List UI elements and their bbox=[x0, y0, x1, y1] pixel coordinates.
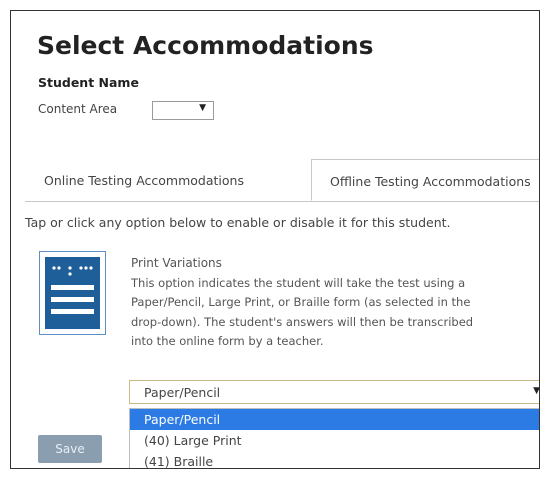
content-area-label: Content Area bbox=[38, 102, 118, 116]
description-line: This option indicates the student will t… bbox=[131, 276, 466, 290]
instructions-text: Tap or click any option below to enable … bbox=[25, 215, 451, 230]
dropdown-arrow-icon: ▼ bbox=[533, 386, 540, 396]
accommodations-panel: Select Accommodations Student Name Conte… bbox=[10, 10, 540, 469]
option-paper-pencil[interactable]: Paper/Pencil bbox=[130, 409, 539, 430]
accommodation-title: Print Variations bbox=[131, 256, 222, 270]
description-line: into the online form by a teacher. bbox=[131, 334, 324, 349]
dropdown-arrow-icon: ▼ bbox=[199, 103, 206, 113]
description-line: drop-down). The student's answers will t… bbox=[131, 314, 474, 329]
print-variations-icon[interactable] bbox=[39, 251, 106, 335]
option-braille[interactable]: (41) Braille bbox=[130, 451, 539, 468]
content-area-select[interactable]: ▼ bbox=[152, 101, 214, 120]
description-line: Paper/Pencil, Large Print, or Braille fo… bbox=[131, 295, 471, 310]
tabs-divider bbox=[25, 201, 539, 202]
page-title: Select Accommodations bbox=[37, 31, 374, 60]
student-name-label: Student Name bbox=[38, 75, 139, 90]
save-button[interactable]: Save bbox=[38, 435, 102, 463]
selected-print-variation: Paper/Pencil bbox=[144, 385, 221, 400]
tab-offline-testing[interactable]: Offline Testing Accommodations bbox=[311, 159, 539, 201]
accommodation-description: This option indicates the student will t… bbox=[131, 274, 539, 352]
option-large-print[interactable]: (40) Large Print bbox=[130, 430, 539, 451]
print-variation-select[interactable]: Paper/Pencil ▼ bbox=[129, 380, 540, 404]
dropdown-options-list: Paper/Pencil (40) Large Print (41) Brail… bbox=[129, 408, 539, 468]
tab-online-testing[interactable]: Online Testing Accommodations bbox=[28, 159, 311, 201]
